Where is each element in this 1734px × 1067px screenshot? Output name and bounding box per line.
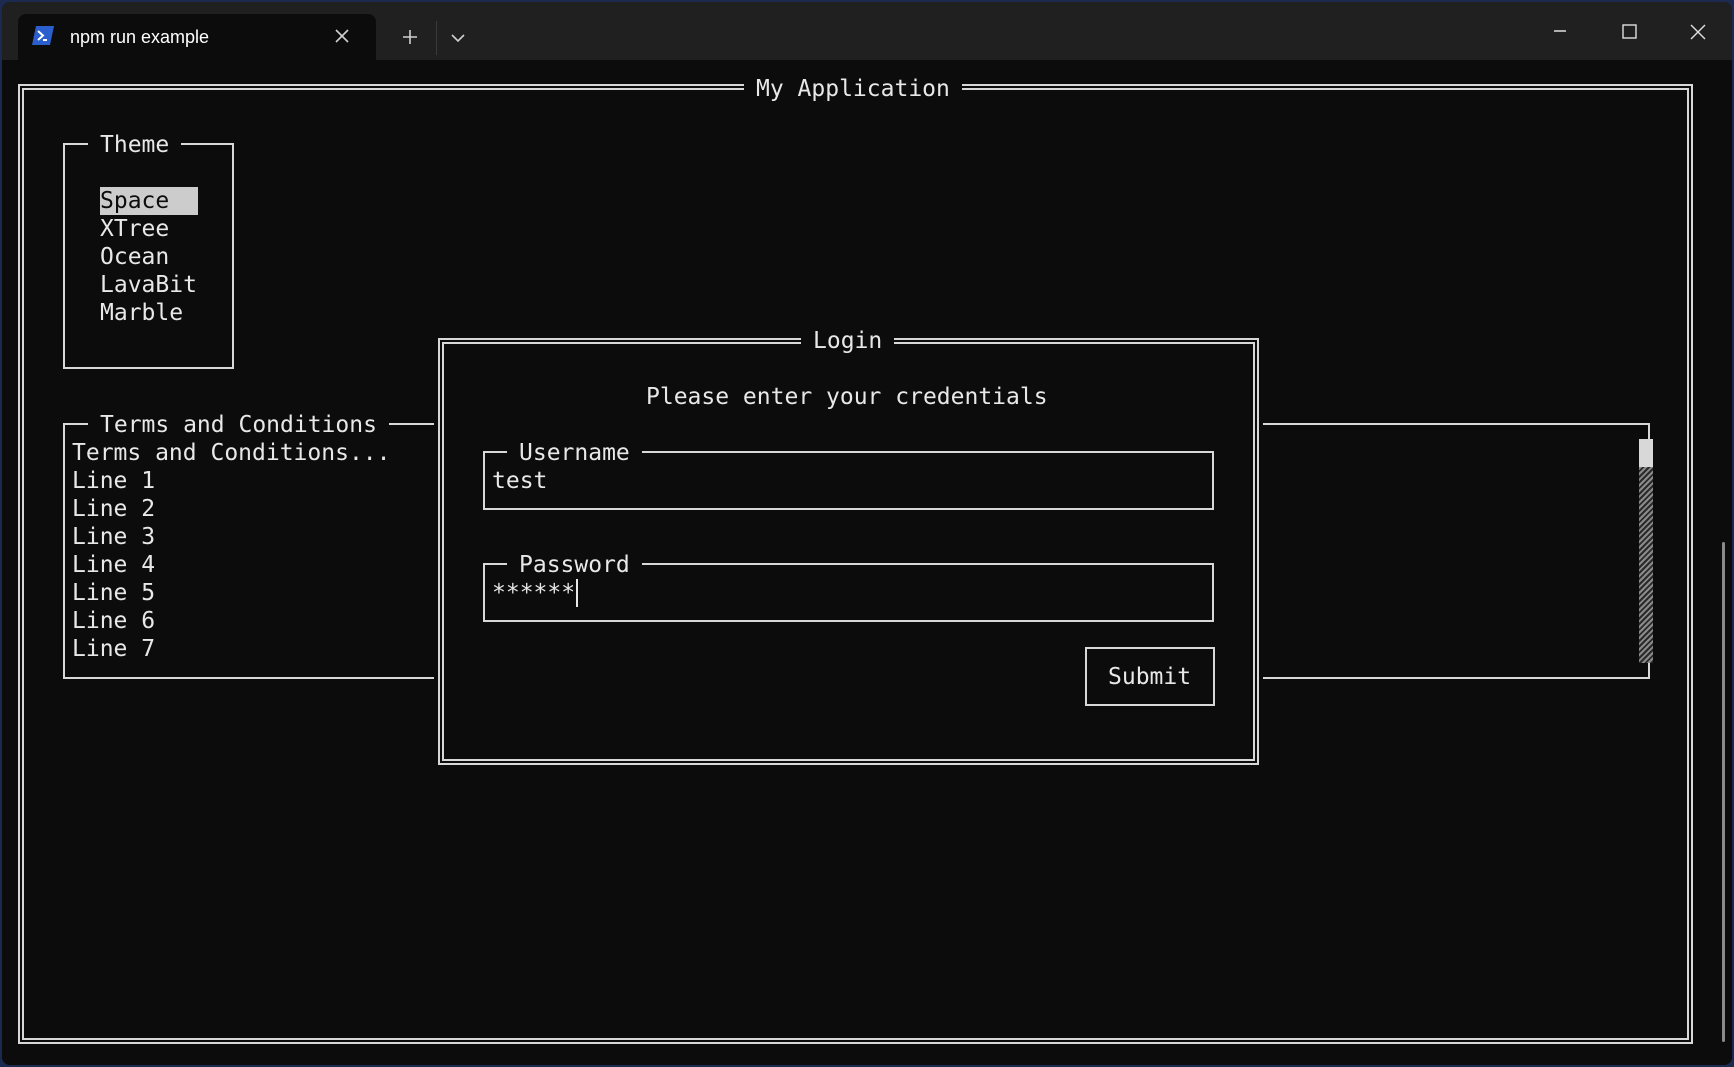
title-bar: npm run example [2, 2, 1732, 62]
minimize-icon[interactable] [1526, 2, 1594, 60]
close-tab-icon[interactable] [330, 24, 354, 48]
username-label: Username [507, 439, 642, 467]
maximize-icon[interactable] [1595, 2, 1663, 60]
terms-line: Terms and Conditions... [72, 440, 391, 466]
terms-line: Line 3 [72, 524, 156, 550]
terms-line: Line 7 [72, 636, 156, 662]
terms-line: Line 5 [72, 580, 156, 606]
terms-panel-title: Terms and Conditions [88, 411, 389, 439]
chevron-down-icon[interactable] [438, 16, 478, 60]
submit-button-label[interactable]: Submit [1108, 663, 1191, 691]
theme-panel-title: Theme [88, 131, 182, 159]
tab-title: npm run example [70, 27, 210, 47]
text-cursor [576, 579, 578, 607]
login-prompt: Please enter your credentials [646, 384, 1048, 410]
username-input[interactable]: test [492, 467, 547, 495]
theme-option-lavabit[interactable]: LavaBit [100, 271, 197, 299]
theme-option-ocean[interactable]: Ocean [100, 243, 169, 271]
terminal-tab[interactable]: npm run example [18, 14, 376, 62]
theme-option-xtree[interactable]: XTree [100, 215, 169, 243]
password-input[interactable]: ****** [492, 579, 575, 607]
app-title: My Application [744, 75, 962, 103]
powershell-icon [32, 26, 54, 45]
terminal-window: npm run example My Application Theme Spa… [2, 2, 1732, 1065]
tab-separator [436, 21, 437, 55]
close-icon[interactable] [1664, 2, 1732, 60]
theme-option-space[interactable]: Space [100, 187, 198, 215]
terms-line: Line 1 [72, 468, 156, 494]
terms-scrollbar-track[interactable] [1639, 439, 1653, 663]
terms-line: Line 4 [72, 552, 156, 578]
window-scrollbar[interactable] [1722, 542, 1725, 1042]
login-title: Login [801, 327, 895, 355]
terms-line: Line 2 [72, 496, 156, 522]
terms-scrollbar-thumb[interactable] [1639, 439, 1653, 467]
terms-line: Line 6 [72, 608, 156, 634]
password-label: Password [507, 551, 642, 579]
theme-option-marble[interactable]: Marble [100, 299, 183, 327]
plus-icon[interactable] [390, 16, 430, 60]
